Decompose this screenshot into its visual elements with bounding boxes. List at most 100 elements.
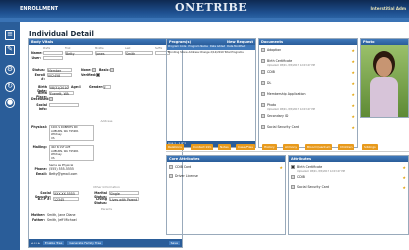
star-icon: ★ <box>402 165 406 170</box>
individual-panel: Body Vitals Prefix First Middle Last Suf… <box>28 38 183 248</box>
programs-title: Program(s) <box>169 39 192 44</box>
attr-social-security-card[interactable]: Social Security Card ★ <box>291 184 408 191</box>
user-icon[interactable]: ● <box>5 98 15 108</box>
document-checkbox[interactable] <box>261 103 265 107</box>
document-checkbox[interactable] <box>261 70 265 74</box>
generate-family-tree-button[interactable]: Generate Family Tree <box>67 241 104 245</box>
deceased-checkbox[interactable] <box>49 97 53 101</box>
edit-icon[interactable]: ✎ <box>5 45 15 55</box>
first-label: First <box>65 47 71 50</box>
physical-address[interactable]: 1001 S ROBERTS RD AUBURN, WA 795901 Whit… <box>49 125 94 141</box>
enroll-label: Enroll #: <box>34 73 45 81</box>
none-label: None: <box>81 68 92 72</box>
social-info-label: Social Info: <box>36 103 47 111</box>
document-label: Photo <box>267 103 277 107</box>
last-name-input[interactable]: Smith <box>125 51 153 56</box>
tab-children[interactable]: Children <box>338 144 355 150</box>
tab-history[interactable]: History <box>262 144 277 150</box>
middle-name-input[interactable]: Jones <box>95 51 123 56</box>
tab-alimony[interactable]: Alimony <box>283 144 300 150</box>
tab-case-files[interactable]: Case/Files <box>236 144 255 150</box>
other-info-header: Other Information <box>93 185 120 189</box>
core-attr-driver-license[interactable]: Driver License <box>169 173 285 180</box>
document-checkbox[interactable] <box>261 48 265 52</box>
mailing-label: Mailing: <box>32 145 47 149</box>
document-checkbox[interactable] <box>261 114 265 118</box>
tab-contact-info[interactable]: Contact Info <box>191 144 214 150</box>
mother-value[interactable]: Smith, Jane Diane <box>47 213 75 217</box>
gender-select[interactable]: F <box>103 85 111 90</box>
father-value[interactable]: Smith, Jeff Michael <box>47 218 77 222</box>
document-item[interactable]: DL ★ <box>261 80 357 87</box>
mailing-address[interactable]: 402 N 1ST AVE AUBURN, WA 795901 Whitney … <box>49 145 94 161</box>
marital-select[interactable]: Single <box>109 191 139 196</box>
new-request-button[interactable]: New Request <box>227 40 253 45</box>
email-label: Email: <box>35 172 47 176</box>
name-label: Name: <box>31 51 43 55</box>
document-item[interactable]: Secondary ID ★ <box>261 113 357 120</box>
social-info-input[interactable] <box>49 103 79 107</box>
document-label: Social Security Card <box>267 125 300 129</box>
age-value: 8 <box>79 85 82 89</box>
logo: ONETRIBE <box>175 1 248 14</box>
col-date-modified[interactable]: Date Modified <box>227 45 245 50</box>
documents-list: Adoption ★ Birth Certificate ★ Uploaded: 08/… <box>259 45 357 145</box>
prefix-label: Prefix <box>43 47 51 50</box>
status-label: Status: <box>32 68 45 72</box>
bia-input[interactable]: 12345 <box>53 197 79 202</box>
star-icon: ★ <box>351 81 355 86</box>
bia-label: B.I.P #: <box>37 197 51 201</box>
document-item[interactable]: Membership Application ★ <box>261 91 357 98</box>
verified-checkbox[interactable] <box>96 73 100 77</box>
nav-arrows-icon[interactable]: ◂ ◃ ▹ ▸ <box>31 241 40 245</box>
physical-label: Physical: <box>31 125 48 129</box>
star-icon: ★ <box>351 125 355 130</box>
document-label: Membership Application <box>267 92 306 96</box>
document-item[interactable]: CDIB ★ <box>261 69 357 76</box>
main-content: Individual Detail Body Vitals Prefix Fir… <box>20 22 409 250</box>
core-attributes-panel: Core Attributes CDIB Card ★ Driver Licens… <box>166 155 286 235</box>
tab-siblings[interactable]: Siblings <box>362 144 378 150</box>
attr-cdib[interactable]: CDIB ★ <box>291 174 408 181</box>
document-checkbox[interactable] <box>261 81 265 85</box>
star-icon: ★ <box>279 165 283 170</box>
col-program-name[interactable]: Program Name <box>188 45 207 50</box>
program-row[interactable]: Enrolling Stone Address Change 2/14/2019… <box>167 50 255 55</box>
none-checkbox[interactable] <box>92 68 96 72</box>
enable-tree-button[interactable]: Enable Tree <box>42 241 65 245</box>
prefix-input[interactable] <box>43 51 63 55</box>
col-date-added[interactable]: Date Added <box>210 45 225 50</box>
core-attr-cdib-card[interactable]: CDIB Card ★ <box>169 164 285 171</box>
enroll-input[interactable]: 002458 <box>47 73 72 78</box>
age-label: Age: <box>71 85 80 89</box>
birth-date-input[interactable]: 08/31/2010 <box>49 85 69 90</box>
physical-line-4: US <box>51 136 55 140</box>
ssn-input[interactable]: XXX-XX-5555 <box>53 191 79 196</box>
basic-checkbox[interactable] <box>110 68 114 72</box>
refresh-icon[interactable]: ↻ <box>5 82 15 92</box>
document-icon[interactable]: ≡ <box>5 30 15 40</box>
birth-place-input[interactable]: Everett, WA <box>49 91 74 96</box>
user-input[interactable] <box>43 56 63 60</box>
father-label: Father: <box>32 218 45 222</box>
deceased-label: Deceased: <box>31 97 50 101</box>
document-item[interactable]: Social Security Card ★ <box>261 124 357 131</box>
verified-label: Verified: <box>81 73 97 77</box>
status-select[interactable]: Member <box>47 68 72 73</box>
living-select[interactable]: Lives with Parent <box>109 197 139 202</box>
document-checkbox[interactable] <box>261 59 265 63</box>
mother-label: Mother: <box>31 213 46 217</box>
email-value: Betty@gmail.com <box>49 172 78 176</box>
tab-relations[interactable]: Relations <box>166 144 184 150</box>
tab-notes[interactable]: Notes <box>218 144 231 150</box>
save-button[interactable]: Save <box>168 241 180 245</box>
document-checkbox[interactable] <box>261 125 265 129</box>
tab-blood-quantum[interactable]: Blood Quantum <box>305 144 333 150</box>
programs-panel: Program(s) New Request Program Code Prog… <box>166 38 256 148</box>
profile-photo[interactable] <box>361 45 408 117</box>
document-item[interactable]: Adoption ★ <box>261 47 357 54</box>
first-name-input[interactable]: Betty <box>65 51 93 56</box>
document-checkbox[interactable] <box>261 92 265 96</box>
gear-icon[interactable]: ⚙ <box>5 65 15 75</box>
col-program-code[interactable]: Program Code <box>168 45 186 50</box>
